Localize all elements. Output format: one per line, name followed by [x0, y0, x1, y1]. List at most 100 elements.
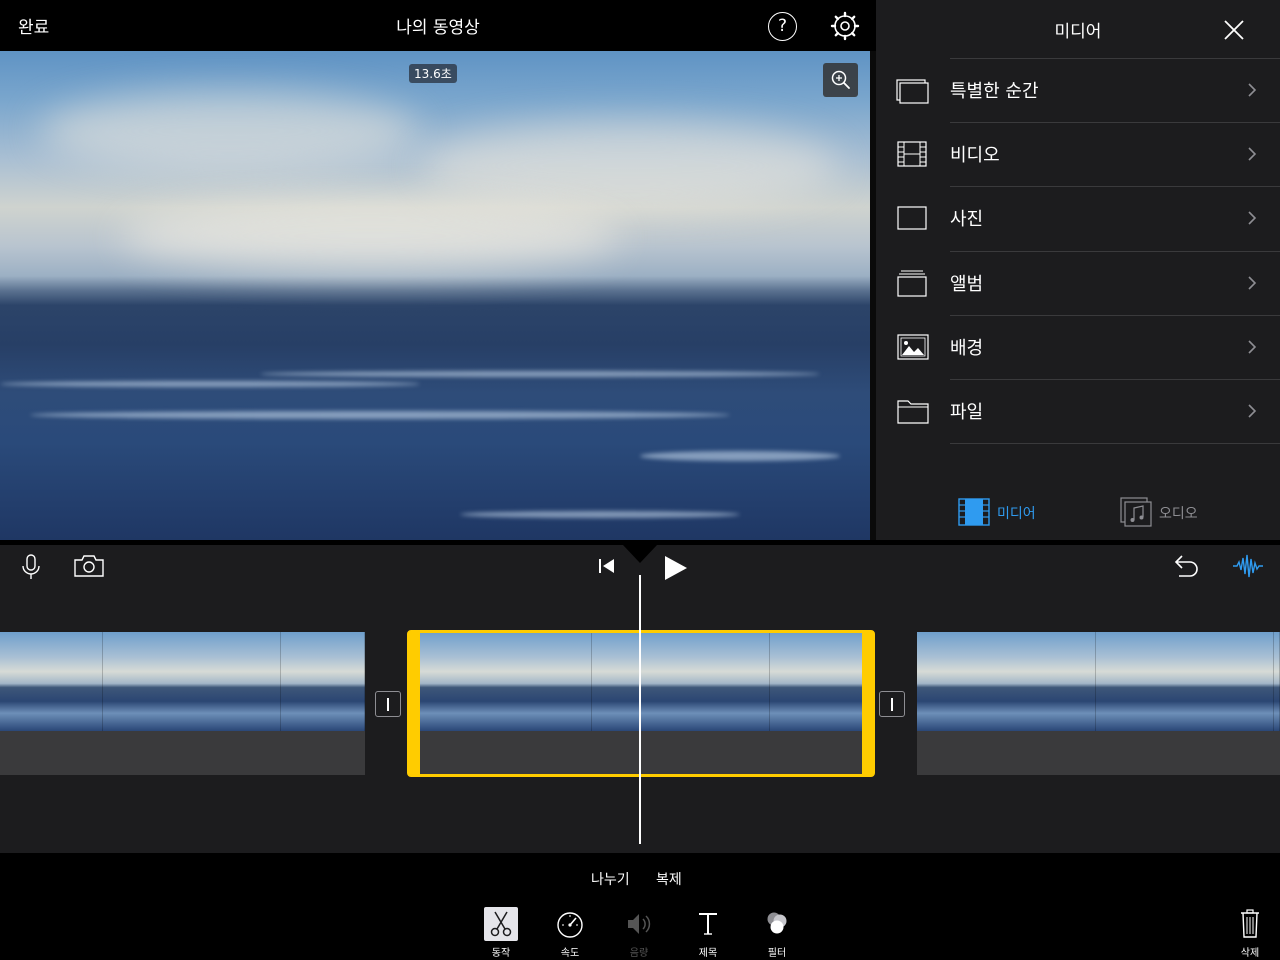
tool-speed[interactable]: 속도: [540, 907, 600, 959]
help-button[interactable]: ?: [768, 12, 797, 41]
transition-button[interactable]: [375, 691, 401, 717]
wave-shape: [0, 381, 420, 387]
row-divider: [950, 379, 1280, 380]
tool-volume[interactable]: 음량: [609, 907, 669, 959]
media-item-photos[interactable]: 사진: [876, 186, 1280, 250]
wave-shape: [260, 371, 820, 377]
zoom-button[interactable]: [823, 63, 858, 97]
undo-button[interactable]: [1171, 553, 1201, 579]
media-item-files[interactable]: 파일: [876, 379, 1280, 443]
film-icon: [958, 498, 990, 526]
moments-icon: [896, 79, 929, 104]
clip-thumbnails: [0, 632, 365, 731]
clip-thumbnail: [1274, 632, 1280, 731]
skip-back-icon: [599, 559, 614, 573]
clip-thumbnail: [1096, 632, 1274, 731]
row-divider: [950, 186, 1280, 187]
clip-thumbnail: [917, 632, 1096, 731]
wave-shape: [640, 451, 840, 461]
tool-label: 필터: [767, 948, 787, 959]
folder-icon: [897, 400, 929, 424]
duplicate-button[interactable]: 복제: [656, 869, 682, 889]
transition-button[interactable]: [879, 691, 905, 717]
speedometer-icon: [553, 907, 587, 941]
landscape-icon: [897, 334, 929, 360]
chevron-right-icon: [1248, 83, 1257, 97]
trash-icon: [1233, 907, 1267, 941]
music-note-icon: [1120, 497, 1152, 527]
film-icon: [897, 141, 927, 167]
media-panel: 미디어 특별한 순간 비디오 사진 앨범 배경 파일 미디어 오디오: [876, 0, 1280, 540]
tool-titles[interactable]: 제목: [678, 907, 738, 959]
skip-to-start-button[interactable]: [598, 558, 616, 574]
playhead-arrow-icon: [623, 545, 657, 563]
row-divider: [950, 443, 1280, 444]
filter-icon: [760, 907, 794, 941]
timeline-clip[interactable]: [917, 632, 1280, 775]
project-title: 나의 동영상: [396, 18, 480, 38]
title-icon: [691, 907, 725, 941]
media-item-label: 비디오: [950, 145, 1000, 166]
close-button[interactable]: [1222, 18, 1246, 42]
wave-shape: [30, 411, 730, 419]
timeline-clip[interactable]: [0, 632, 365, 775]
photo-icon: [897, 206, 927, 230]
settings-button[interactable]: [830, 11, 860, 41]
chevron-right-icon: [1248, 276, 1257, 290]
top-bar: 완료 나의 동영상 ?: [0, 0, 876, 51]
tool-actions[interactable]: 동작: [471, 907, 531, 959]
cloud-shape: [40, 91, 420, 171]
gear-icon: [830, 11, 860, 41]
tab-label: 미디어: [997, 506, 1036, 522]
audio-waveform-button[interactable]: [1233, 553, 1263, 579]
undo-icon: [1174, 555, 1198, 577]
play-icon: [665, 556, 687, 580]
album-icon: [897, 270, 927, 297]
media-item-backgrounds[interactable]: 배경: [876, 315, 1280, 379]
media-panel-title: 미디어: [1054, 22, 1102, 42]
tool-label: 속도: [560, 948, 580, 959]
play-button[interactable]: [664, 555, 688, 581]
media-item-label: 특별한 순간: [950, 81, 1039, 102]
row-divider: [950, 58, 1280, 59]
clip-thumbnail: [103, 632, 281, 731]
tab-audio[interactable]: 오디오: [1120, 497, 1230, 527]
playhead[interactable]: [639, 575, 641, 844]
voiceover-button[interactable]: [21, 553, 41, 581]
tab-label: 오디오: [1159, 506, 1198, 522]
clip-thumbnail: [281, 632, 365, 731]
media-item-albums[interactable]: 앨범: [876, 251, 1280, 315]
row-divider: [950, 251, 1280, 252]
microphone-icon: [22, 554, 40, 579]
media-item-label: 앨범: [950, 274, 984, 295]
media-item-label: 사진: [950, 209, 984, 230]
tool-filters[interactable]: 필터: [747, 907, 807, 959]
cloud-shape: [420, 121, 840, 211]
video-preview[interactable]: 13.6초: [0, 51, 870, 540]
clip-thumbnails: [917, 632, 1280, 731]
tool-label: 음량: [629, 948, 649, 959]
media-item-label: 배경: [950, 338, 984, 359]
media-item-video[interactable]: 비디오: [876, 122, 1280, 186]
row-divider: [950, 122, 1280, 123]
media-item-moments[interactable]: 특별한 순간: [876, 58, 1280, 122]
chevron-right-icon: [1248, 211, 1257, 225]
tool-label: 삭제: [1240, 948, 1260, 959]
clip-thumbnail: [0, 632, 103, 731]
camera-button[interactable]: [73, 553, 105, 579]
cloud-shape: [120, 201, 620, 271]
split-button[interactable]: 나누기: [591, 869, 630, 889]
duration-badge: 13.6초: [409, 64, 457, 83]
chevron-right-icon: [1248, 340, 1257, 354]
wave-shape: [460, 511, 740, 518]
tab-media[interactable]: 미디어: [958, 497, 1068, 527]
zoom-in-icon: [831, 70, 850, 89]
chevron-right-icon: [1248, 147, 1257, 161]
clip-selection-handles[interactable]: [407, 630, 875, 777]
row-divider: [950, 315, 1280, 316]
tool-label: 동작: [491, 948, 511, 959]
volume-icon: [622, 907, 656, 941]
camera-icon: [74, 555, 104, 577]
delete-button[interactable]: 삭제: [1220, 907, 1280, 959]
media-item-label: 파일: [950, 402, 984, 423]
